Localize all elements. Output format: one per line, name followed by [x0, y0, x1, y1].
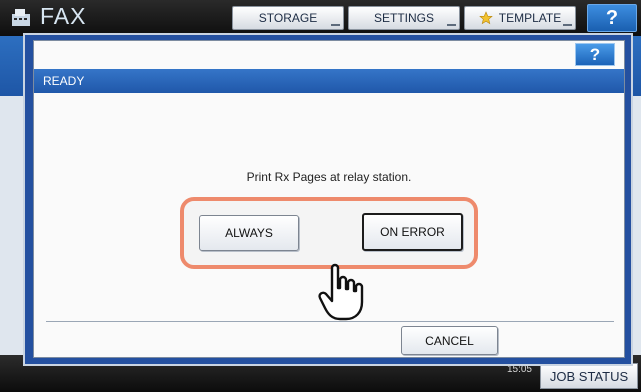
- cancel-button[interactable]: CANCEL: [401, 326, 498, 355]
- status-text: READY: [43, 74, 85, 88]
- app-title: FAX: [40, 3, 87, 29]
- chevron-down-icon: [447, 19, 456, 26]
- tab-template[interactable]: TEMPLATE: [464, 6, 576, 30]
- status-bar: READY: [34, 69, 624, 93]
- tab-label: STORAGE: [258, 11, 318, 25]
- top-bar: FAX STORAGE SETTINGS TEMPLATE ?: [0, 0, 641, 36]
- tab-label: SETTINGS: [373, 11, 434, 25]
- star-icon: [478, 11, 493, 25]
- fax-icon: [12, 9, 30, 26]
- chevron-down-icon: [331, 19, 340, 26]
- tab-label: TEMPLATE: [498, 11, 562, 25]
- chevron-down-icon: [563, 19, 572, 26]
- help-button[interactable]: ?: [587, 4, 637, 32]
- tab-settings[interactable]: SETTINGS: [348, 6, 460, 30]
- job-status-button[interactable]: JOB STATUS: [540, 363, 638, 389]
- on-error-button[interactable]: ON ERROR: [362, 213, 463, 251]
- dialog-prompt: Print Rx Pages at relay station.: [246, 170, 412, 184]
- hand-pointer-icon: [318, 263, 364, 321]
- always-button[interactable]: ALWAYS: [199, 215, 299, 251]
- dialog-help-button[interactable]: ?: [575, 43, 615, 66]
- tab-storage[interactable]: STORAGE: [232, 6, 344, 30]
